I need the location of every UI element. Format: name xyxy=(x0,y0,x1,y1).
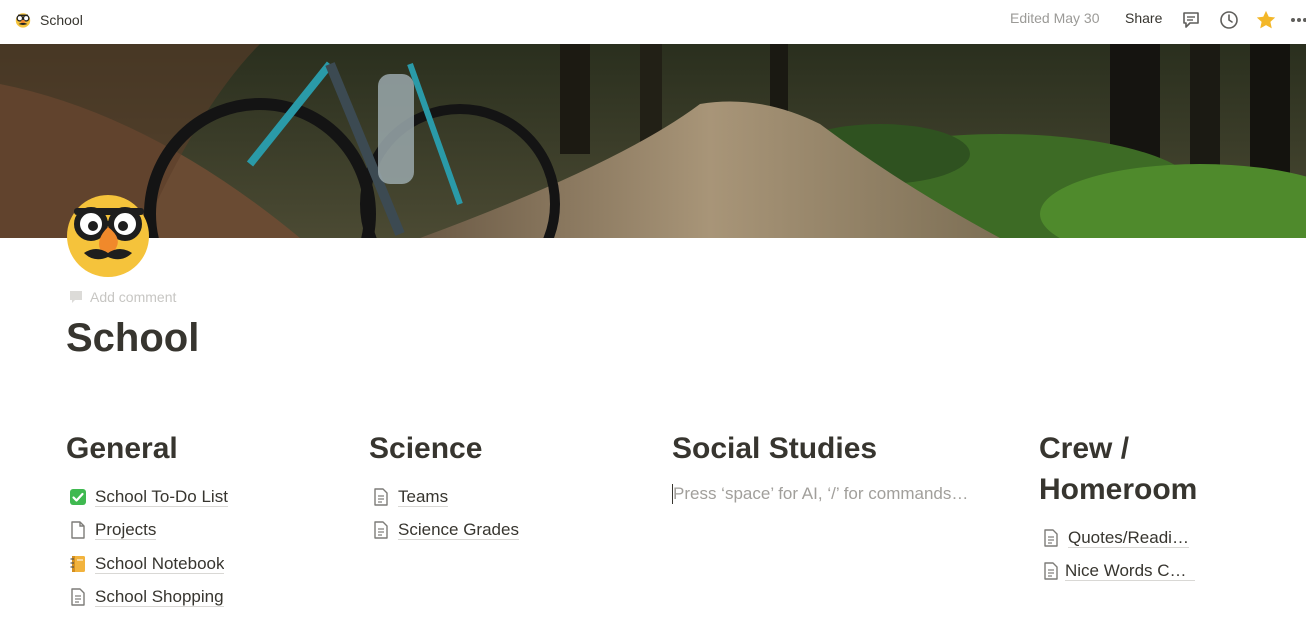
page-icon xyxy=(68,520,88,540)
page-link-projects[interactable]: Projects xyxy=(66,514,326,548)
disguise-face-icon xyxy=(67,195,149,277)
heading-social-studies[interactable]: Social Studies xyxy=(672,428,1002,469)
document-icon xyxy=(371,520,391,540)
page-link-label: Projects xyxy=(95,520,157,541)
breadcrumb-title: School xyxy=(40,12,83,28)
page-link-label: School To-Do List xyxy=(95,486,228,507)
comment-icon xyxy=(70,291,82,303)
page-link-school-notebook[interactable]: School Notebook xyxy=(66,547,326,581)
edited-timestamp: Edited May 30 xyxy=(1010,10,1100,26)
breadcrumb[interactable]: School xyxy=(14,10,83,30)
top-bar: School Edited May 30 Share xyxy=(0,0,1306,44)
check-box-icon xyxy=(68,487,88,507)
column-general: General School To-Do List Projects Schoo… xyxy=(66,428,326,614)
page-link-label: School Notebook xyxy=(95,553,225,574)
page-emoji-icon[interactable] xyxy=(66,193,152,279)
page-link-science-grades[interactable]: Science Grades xyxy=(369,514,629,548)
heading-science[interactable]: Science xyxy=(369,428,629,469)
notebook-icon xyxy=(68,554,88,574)
page-title[interactable]: School xyxy=(66,316,199,361)
page-link-teams[interactable]: Teams xyxy=(369,480,629,514)
page-link-label: Teams xyxy=(398,486,449,507)
history-icon[interactable] xyxy=(1218,9,1240,31)
document-icon xyxy=(68,587,88,607)
page-link-school-shopping[interactable]: School Shopping xyxy=(66,581,326,615)
page-link-school-todo[interactable]: School To-Do List xyxy=(66,480,326,514)
comments-icon[interactable] xyxy=(1180,9,1202,31)
disguise-face-icon xyxy=(15,13,31,28)
share-button[interactable]: Share xyxy=(1125,10,1162,26)
cover-image[interactable] xyxy=(0,44,1306,238)
column-social-studies: Social Studies Press ‘space’ for AI, ‘/’… xyxy=(672,428,1002,504)
star-icon[interactable] xyxy=(1255,9,1277,31)
page-link-quotes[interactable]: Quotes/Readi… xyxy=(1039,521,1239,555)
page-link-label: School Shopping xyxy=(95,587,224,608)
column-crew-homeroom: Crew / Homeroom Quotes/Readi… Nice Words … xyxy=(1039,428,1239,588)
column-science: Science Teams Science Grades xyxy=(369,428,629,547)
document-icon xyxy=(1041,528,1061,548)
heading-line-1: Crew / xyxy=(1039,432,1130,465)
empty-block-input[interactable]: Press ‘space’ for AI, ‘/’ for commands… xyxy=(672,484,1002,504)
add-comment-label: Add comment xyxy=(90,289,177,305)
page-link-label: Quotes/Readi… xyxy=(1068,527,1189,548)
page-link-nice-words[interactable]: Nice Words Co… xyxy=(1039,555,1239,589)
page-link-label: Science Grades xyxy=(398,520,519,541)
heading-crew-homeroom[interactable]: Crew / Homeroom xyxy=(1039,428,1239,510)
document-icon xyxy=(371,487,391,507)
add-comment-button[interactable]: Add comment xyxy=(68,289,176,305)
heading-general[interactable]: General xyxy=(66,428,326,469)
document-icon xyxy=(1041,561,1061,581)
heading-line-2: Homeroom xyxy=(1039,473,1198,506)
page-link-label: Nice Words Co… xyxy=(1065,561,1195,582)
more-icon[interactable] xyxy=(1287,9,1306,31)
